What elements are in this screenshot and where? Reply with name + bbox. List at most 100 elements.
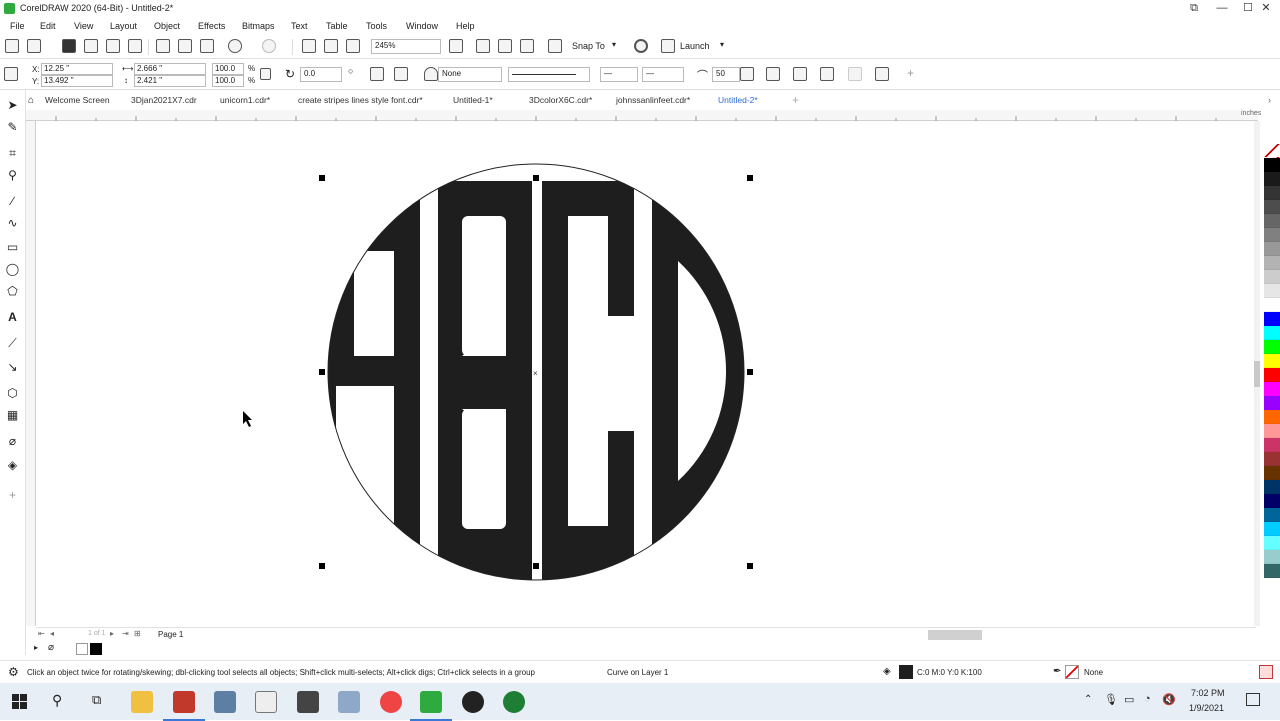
- palette-swatch[interactable]: [1264, 228, 1280, 242]
- battery-icon[interactable]: ▭: [1124, 693, 1134, 706]
- status-settings-icon[interactable]: ⚙: [8, 665, 19, 679]
- palette-swatch[interactable]: [1264, 298, 1280, 312]
- pick-tool-icon[interactable]: ➤: [5, 98, 20, 113]
- clock-date[interactable]: 1/9/2021: [1189, 703, 1224, 713]
- palette-swatch[interactable]: [1264, 172, 1280, 186]
- palette-arrow-icon[interactable]: ▸: [34, 643, 38, 652]
- options-gear-icon[interactable]: [634, 39, 648, 53]
- wifi-icon[interactable]: ◔: [1144, 693, 1151, 705]
- artistic-media-icon[interactable]: ∿: [5, 216, 20, 231]
- monogram-artwork[interactable]: ×: [36, 121, 1254, 626]
- palette-swatch[interactable]: [1264, 214, 1280, 228]
- interactive-fill-icon[interactable]: ◈: [5, 458, 20, 473]
- object-origin-icon[interactable]: [4, 67, 18, 81]
- width-field[interactable]: 2.666 ": [134, 63, 206, 75]
- rectangle-tool-icon[interactable]: ▭: [5, 240, 20, 255]
- app-icon-6[interactable]: [338, 691, 360, 713]
- scale-y-field[interactable]: 100.0: [212, 75, 244, 87]
- menu-text[interactable]: Text: [291, 21, 308, 31]
- notifications-icon[interactable]: [1246, 693, 1260, 706]
- copy-icon[interactable]: [178, 39, 192, 53]
- page-first-icon[interactable]: ⇤: [38, 629, 45, 638]
- wrap-text-icon[interactable]: [793, 67, 807, 81]
- full-screen-icon[interactable]: [449, 39, 463, 53]
- palette-swatch[interactable]: [1264, 452, 1280, 466]
- black-swatch[interactable]: [90, 643, 102, 655]
- zoom-tool-icon[interactable]: ⚲: [5, 168, 20, 183]
- menu-layout[interactable]: Layout: [110, 21, 137, 31]
- vertical-scrollbar[interactable]: [1254, 121, 1260, 626]
- undo-icon[interactable]: [228, 39, 242, 53]
- pen-outline-icon[interactable]: [424, 67, 438, 81]
- menu-object[interactable]: Object: [154, 21, 180, 31]
- align-distribute-icon[interactable]: [820, 67, 834, 81]
- app-icon-9[interactable]: [462, 691, 484, 713]
- eyedropper-tool-icon[interactable]: ⌀: [5, 434, 20, 449]
- palette-swatch[interactable]: [1264, 438, 1280, 452]
- guidelines-icon[interactable]: [520, 39, 534, 53]
- file-explorer-icon[interactable]: [131, 691, 153, 713]
- tab-3dcolorx6c[interactable]: 3DcolorX6C.cdr*: [529, 95, 592, 105]
- tray-chevron-icon[interactable]: ⌃: [1084, 694, 1092, 705]
- palette-swatch[interactable]: [1264, 368, 1280, 382]
- palette-swatch[interactable]: [1264, 284, 1280, 298]
- height-field[interactable]: 2.421 ": [134, 75, 206, 87]
- tab-create-stripes[interactable]: create stripes lines style font.cdr*: [298, 95, 423, 105]
- text-tool-icon[interactable]: A: [5, 310, 20, 325]
- no-color-swatch[interactable]: [76, 643, 88, 655]
- task-view-icon[interactable]: ⧉: [92, 692, 101, 708]
- chrome-icon[interactable]: [380, 691, 402, 713]
- coreldraw-taskbar-icon[interactable]: [163, 691, 205, 721]
- end-arrowhead-dropdown[interactable]: —: [642, 67, 684, 82]
- save-icon[interactable]: [62, 39, 76, 53]
- snap-to-button[interactable]: Snap To: [572, 41, 605, 51]
- cut-icon[interactable]: [156, 39, 170, 53]
- minimize-button[interactable]: —: [1208, 0, 1236, 17]
- home-icon[interactable]: ⌂: [28, 95, 34, 106]
- palette-swatch[interactable]: [1264, 424, 1280, 438]
- palette-swatch[interactable]: [1264, 242, 1280, 256]
- palette-swatch[interactable]: [1264, 382, 1280, 396]
- palette-swatch[interactable]: [1264, 200, 1280, 214]
- smoothing-increment-icon[interactable]: [740, 67, 754, 81]
- palette-swatch[interactable]: [1264, 508, 1280, 522]
- scale-x-field[interactable]: 100.0: [212, 63, 244, 75]
- menu-bitmaps[interactable]: Bitmaps: [242, 21, 275, 31]
- volume-icon[interactable]: 🔇: [1162, 693, 1176, 706]
- weld-icon[interactable]: [848, 67, 862, 81]
- palette-swatch[interactable]: [1264, 270, 1280, 284]
- transparency-tool-icon[interactable]: ▦: [5, 408, 20, 423]
- trim-icon[interactable]: [875, 67, 889, 81]
- palette-swatch[interactable]: [1264, 494, 1280, 508]
- tab-welcome-screen[interactable]: Welcome Screen: [45, 95, 110, 105]
- rotation-angle-field[interactable]: 0.0: [300, 67, 342, 82]
- import-icon[interactable]: [302, 39, 316, 53]
- palette-swatch[interactable]: [1264, 312, 1280, 326]
- fill-color-swatch[interactable]: [899, 665, 913, 679]
- tab-untitled-2[interactable]: Untitled-2*: [718, 95, 758, 105]
- connector-tool-icon[interactable]: ↘: [5, 360, 20, 375]
- palette-swatch[interactable]: [1264, 158, 1280, 172]
- parallel-dimension-icon[interactable]: ⟋: [5, 336, 20, 351]
- no-color-swatch[interactable]: [1264, 144, 1280, 158]
- app-icon-5[interactable]: [297, 691, 319, 713]
- blend-tool-icon[interactable]: ⬡: [5, 386, 20, 401]
- cloud-open-icon[interactable]: [84, 39, 98, 53]
- palette-swatch[interactable]: [1264, 564, 1280, 578]
- palette-swatch[interactable]: [1264, 550, 1280, 564]
- help-window-icon[interactable]: ⧉: [1180, 0, 1208, 17]
- grid-icon[interactable]: [498, 39, 512, 53]
- page-prev-icon[interactable]: ◂: [50, 629, 54, 638]
- app-icon-4[interactable]: [255, 691, 277, 713]
- launch-icon[interactable]: [661, 39, 675, 53]
- export-icon[interactable]: [324, 39, 338, 53]
- outline-width-dropdown[interactable]: None: [438, 67, 502, 82]
- palette-swatch[interactable]: [1264, 340, 1280, 354]
- lock-ratio-icon[interactable]: [260, 68, 271, 80]
- tab-scroll-right-icon[interactable]: ›: [1268, 95, 1271, 105]
- redo-icon[interactable]: [262, 39, 276, 53]
- zoom-level-field[interactable]: 245%: [371, 39, 441, 54]
- print-icon[interactable]: [128, 39, 142, 53]
- close-button[interactable]: ✕: [1252, 0, 1280, 17]
- open-icon[interactable]: [27, 39, 41, 53]
